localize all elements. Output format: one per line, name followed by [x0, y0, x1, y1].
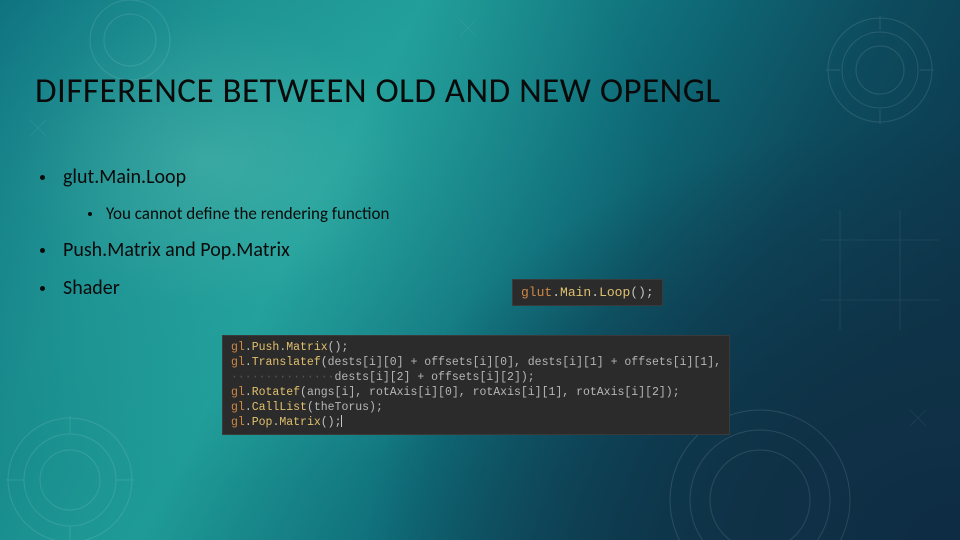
code-token: Pop	[252, 416, 273, 429]
code-token: CallList	[252, 401, 307, 414]
code-token: dests[i][0] + offsets[i][0], dests[i][1]…	[328, 356, 721, 369]
slide: DIFFERENCE BETWEEN OLD AND NEW OPENGL gl…	[0, 0, 960, 540]
code-token: .	[245, 356, 252, 369]
code-token: gl	[231, 341, 245, 354]
code-token: angs[i], rotAxis[i][0], rotAxis[i][1], r…	[307, 386, 680, 399]
bullet-icon	[40, 286, 45, 291]
text-cursor-icon	[341, 415, 342, 427]
code-token: .	[245, 341, 252, 354]
code-token: Matrix	[279, 416, 320, 429]
code-token: gl	[231, 401, 245, 414]
code-token: gl	[231, 416, 245, 429]
bullet-icon	[40, 175, 45, 180]
code-token: dests[i][2] + offsets[i][2]);	[335, 371, 535, 384]
bullet-glutmainloop: glut.Main.Loop	[40, 165, 920, 189]
code-token: ();	[321, 416, 342, 429]
slide-content: glut.Main.Loop You cannot define the ren…	[40, 165, 920, 314]
code-token: .	[245, 416, 252, 429]
code-token: Main	[560, 285, 591, 300]
code-token: .	[245, 401, 252, 414]
code-token: ();	[328, 341, 349, 354]
code-whitespace: ···············	[231, 371, 335, 384]
code-token: (	[307, 401, 314, 414]
code-token: Translatef	[252, 356, 321, 369]
code-token: .	[552, 285, 560, 300]
bullet-pushpopmatrix: Push.Matrix and Pop.Matrix	[40, 238, 920, 262]
slide-title: DIFFERENCE BETWEEN OLD AND NEW OPENGL	[35, 70, 721, 112]
bullet-text: glut.Main.Loop	[63, 165, 186, 189]
bullet-icon	[88, 212, 92, 216]
code-token: .	[591, 285, 599, 300]
code-token: Push	[252, 341, 280, 354]
code-token: Rotatef	[252, 386, 300, 399]
bullet-text: Shader	[63, 276, 120, 300]
code-snippet-matrix: gl.Push.Matrix(); gl.Translatef(dests[i]…	[222, 335, 730, 435]
bullet-text: You cannot define the rendering function	[106, 203, 389, 224]
code-token: gl	[231, 356, 245, 369]
code-token: theTorus);	[314, 401, 383, 414]
code-token: ();	[630, 285, 653, 300]
bullet-icon	[40, 248, 45, 253]
code-token: glut	[521, 285, 552, 300]
code-token: (	[300, 386, 307, 399]
code-token: Loop	[599, 285, 630, 300]
bullet-text: Push.Matrix and Pop.Matrix	[63, 238, 290, 262]
code-snippet-glutmainloop: glut.Main.Loop();	[512, 279, 663, 306]
code-token: .	[245, 386, 252, 399]
code-token: gl	[231, 386, 245, 399]
code-token: (	[321, 356, 328, 369]
subbullet-rendering-function: You cannot define the rendering function	[88, 203, 920, 224]
bullet-shader: Shader	[40, 276, 920, 300]
code-token: Matrix	[286, 341, 327, 354]
